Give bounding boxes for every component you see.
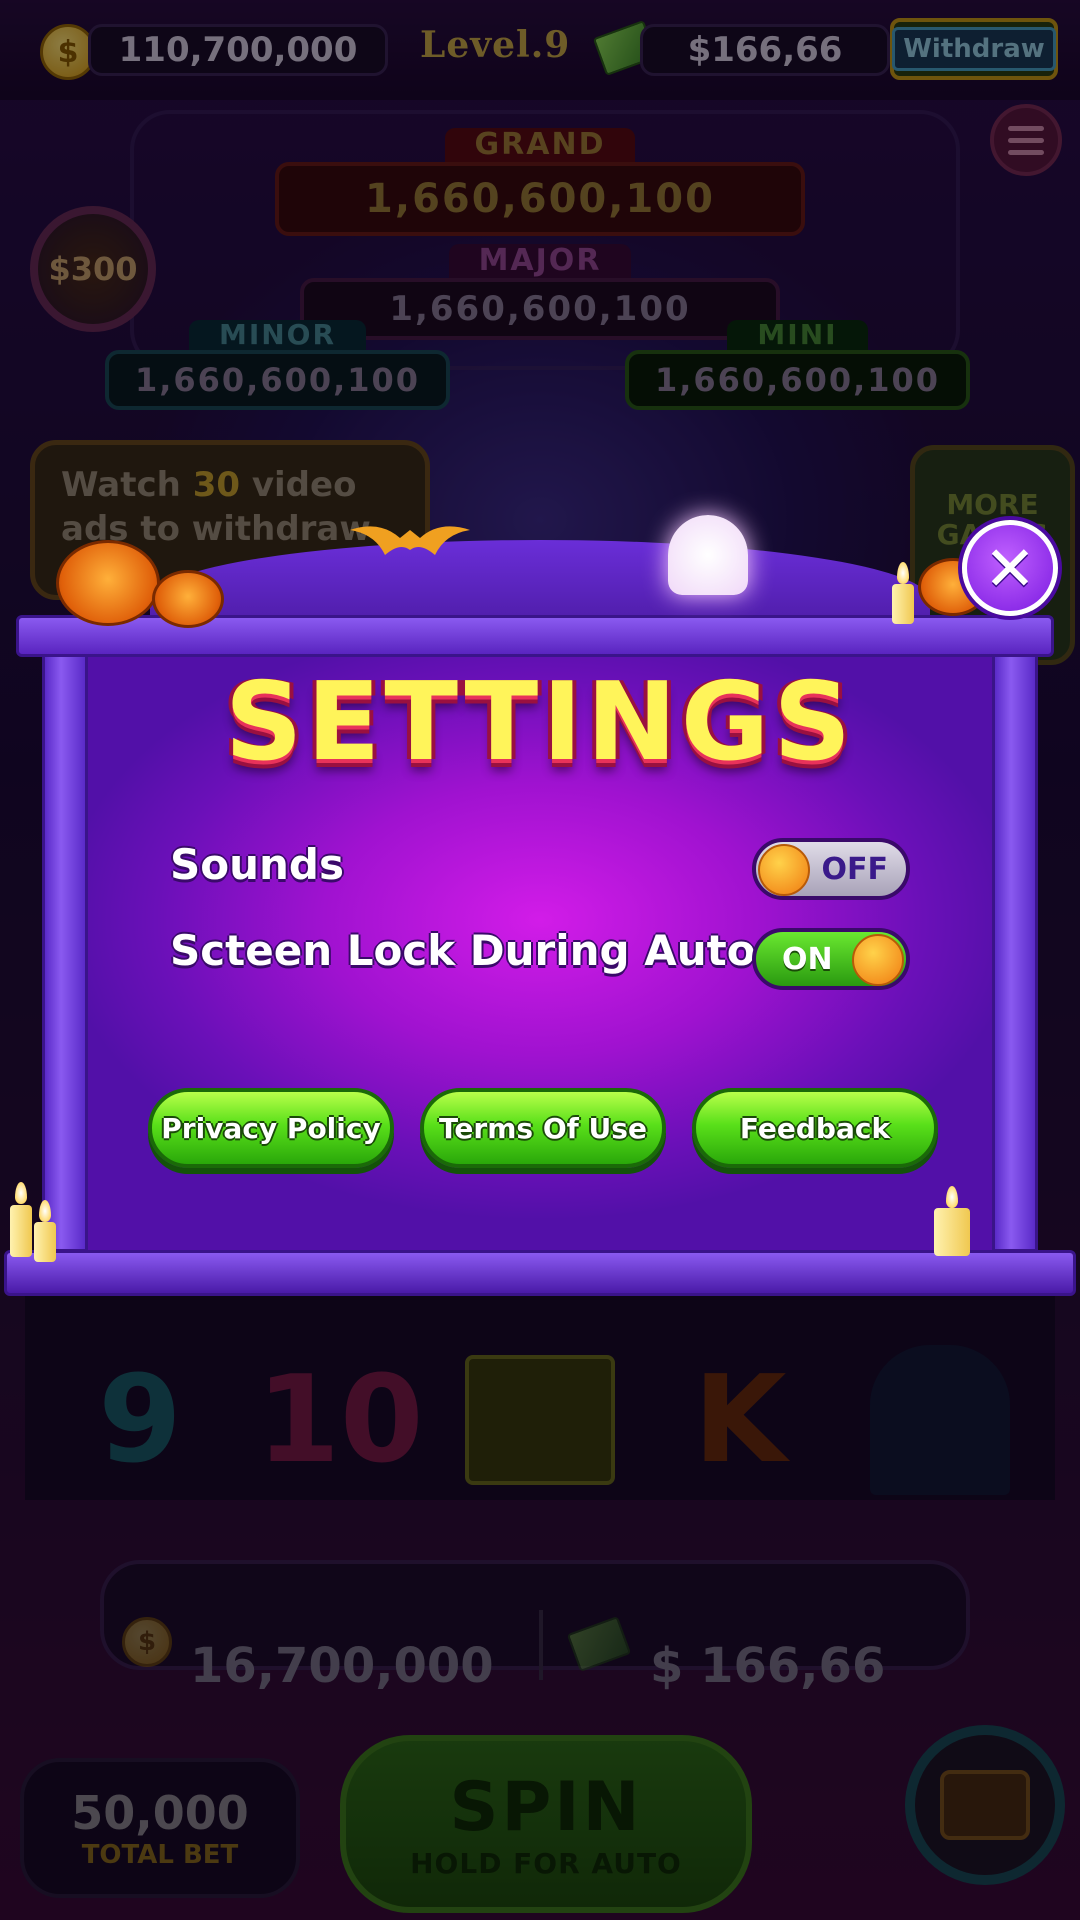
sounds-toggle-state: OFF [821, 851, 889, 887]
candle-icon [34, 1222, 56, 1262]
feedback-button[interactable]: Feedback [692, 1088, 938, 1168]
candle-icon [934, 1208, 970, 1256]
sounds-label: Sounds [170, 840, 344, 889]
privacy-policy-button[interactable]: Privacy Policy [148, 1088, 394, 1168]
dialog-base [4, 1250, 1076, 1296]
candle-icon [10, 1205, 32, 1257]
candle-icon [892, 584, 914, 624]
ghost-icon [668, 515, 748, 595]
toggle-knob [852, 934, 904, 986]
screen-lock-toggle[interactable]: ON [752, 928, 910, 990]
sounds-toggle[interactable]: OFF [752, 838, 910, 900]
close-x-icon[interactable]: ✕ [962, 520, 1058, 616]
bat-icon [350, 526, 470, 555]
jack-o-lantern-icon [56, 540, 160, 626]
screen-lock-toggle-state: ON [782, 941, 833, 977]
settings-title: SETTINGS [224, 660, 856, 785]
screen-lock-label: Scteen Lock During Auto [170, 926, 756, 975]
terms-of-use-button[interactable]: Terms Of Use [420, 1088, 666, 1168]
settings-dialog: SETTINGS Sounds OFF Scteen Lock During A… [0, 520, 1080, 1300]
toggle-knob [758, 844, 810, 896]
jack-o-lantern-icon [152, 570, 224, 628]
